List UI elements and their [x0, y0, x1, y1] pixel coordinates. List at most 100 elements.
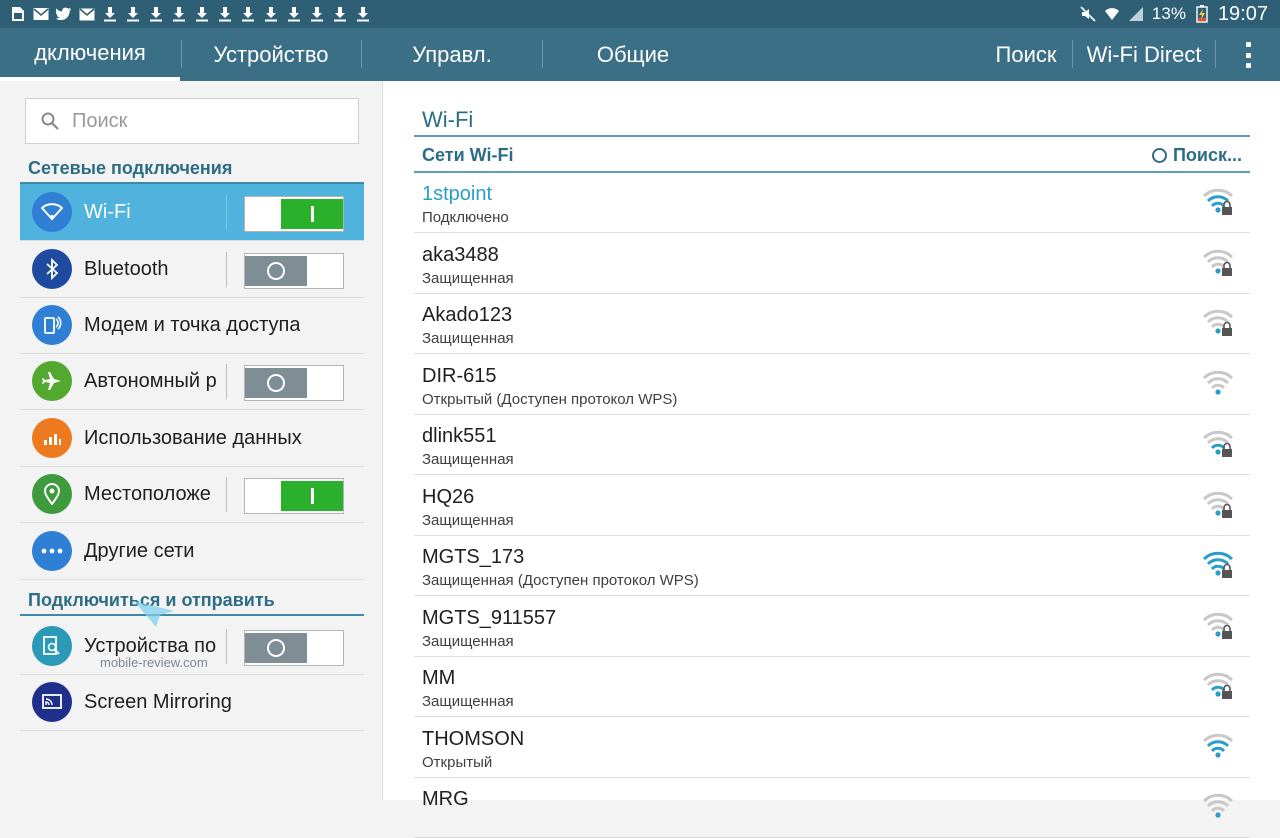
- scan-label: Поиск...: [1172, 145, 1242, 165]
- wifi-locked-signal-icon: [1202, 187, 1234, 217]
- toggle-divider: [226, 477, 227, 512]
- status-bar: 13% 19:07: [0, 0, 1280, 28]
- tab-general[interactable]: Общие: [543, 28, 723, 81]
- wifi-panel: Wi-Fi Сети Wi-Fi Поиск... 1stpoint Подклю…: [383, 81, 1280, 838]
- battery-percent: 13%: [1151, 4, 1186, 23]
- title-divider: [414, 135, 1250, 137]
- network-name: dlink551: [422, 425, 497, 447]
- toggle-switch[interactable]: [244, 365, 344, 401]
- sidebar-item-more-networks[interactable]: Другие сети: [20, 523, 364, 580]
- toggle-off-knob: [245, 368, 307, 398]
- network-status: Защищенная: [422, 693, 514, 710]
- network-row[interactable]: 1stpoint Подключено: [414, 173, 1250, 233]
- wifi-locked-signal-icon: [1202, 490, 1234, 520]
- toggle-divider: [226, 195, 227, 230]
- download-icon: [194, 6, 210, 22]
- network-name: aka3488: [422, 243, 499, 266]
- download-icon: [102, 6, 118, 22]
- sidebar-item-label: Модем и точка доступа: [84, 313, 301, 336]
- gmail-icon: [79, 6, 95, 22]
- toggle-switch[interactable]: [244, 630, 344, 666]
- data-usage-icon: [32, 418, 72, 458]
- network-name: MGTS_173: [422, 546, 525, 568]
- page-title: Wi-Fi: [422, 107, 474, 132]
- download-icon: [217, 6, 233, 22]
- watermark: mobile-review.com: [100, 655, 208, 670]
- sidebar-item-location[interactable]: Местоположе: [20, 466, 364, 523]
- search-placeholder: Поиск: [72, 109, 128, 132]
- sidebar-item-screen-mirroring[interactable]: Screen Mirroring: [20, 674, 364, 731]
- watermark-logo-icon: [134, 601, 174, 627]
- wifi-locked-signal-icon: [1202, 429, 1234, 459]
- battery-charging-icon: [1194, 5, 1210, 23]
- network-row[interactable]: THOMSON Открытый: [414, 718, 1250, 778]
- download-icon: [309, 6, 325, 22]
- network-row[interactable]: dlink551 Защищенная: [414, 415, 1250, 475]
- sidebar-item-wifi[interactable]: Wi-Fi: [20, 184, 364, 241]
- search-action-button[interactable]: Поиск: [982, 28, 1070, 81]
- settings-sidebar: Поиск Сетевые подключения Wi-Fi Bluetooth…: [0, 81, 383, 800]
- overflow-menu-icon[interactable]: [1238, 40, 1258, 70]
- more-networks-icon: [32, 531, 72, 571]
- network-name: DIR-615: [422, 364, 497, 387]
- sidebar-item-hotspot[interactable]: Модем и точка доступа: [20, 297, 364, 354]
- tab-device[interactable]: Устройство: [182, 28, 360, 81]
- networks-subheading: Сети Wi-Fi: [422, 145, 514, 165]
- network-row[interactable]: MGTS_911557 Защищенная: [414, 597, 1250, 657]
- network-status: Открытый (Доступен протокол WPS): [422, 390, 678, 408]
- toggle-off-knob: [245, 633, 307, 663]
- network-status: Защищенная: [422, 632, 514, 650]
- settings-tab-bar: дключения Устройство Управл. Общие Поиск…: [0, 28, 1280, 81]
- tab-connections[interactable]: дключения: [0, 28, 180, 81]
- notification-icons: [0, 6, 371, 22]
- download-icon: [240, 6, 256, 22]
- wifi-locked-signal-icon: [1202, 550, 1234, 580]
- network-row[interactable]: MGTS_173 Защищенная (Доступен протокол WP…: [414, 536, 1250, 596]
- tab-divider: [1072, 40, 1073, 68]
- network-status: Защищенная: [422, 511, 514, 529]
- toggle-switch[interactable]: [244, 196, 344, 232]
- toggle-on-knob: [281, 199, 343, 229]
- search-icon: [40, 111, 60, 131]
- wifi-locked-signal-icon: [1202, 308, 1234, 338]
- sidebar-item-label: Автономный р: [84, 369, 217, 392]
- section-divider: [20, 614, 364, 616]
- sidebar-item-label: Местоположе: [84, 482, 211, 505]
- toggle-switch[interactable]: [244, 478, 344, 514]
- sidebar-item-label: Wi-Fi: [84, 200, 131, 223]
- network-row[interactable]: DIR-615 Открытый (Доступен протокол WPS): [414, 355, 1250, 415]
- tab-divider: [1215, 40, 1216, 68]
- network-row[interactable]: Akado123 Защищенная: [414, 294, 1250, 354]
- clock: 19:07: [1217, 2, 1268, 25]
- wifi-signal-icon: [1202, 369, 1234, 399]
- mute-icon: [1080, 6, 1096, 22]
- network-row[interactable]: MM Защищенная: [414, 657, 1250, 717]
- sidebar-item-label: Bluetooth: [84, 257, 169, 280]
- sidebar-item-airplane[interactable]: Автономный р: [20, 353, 364, 410]
- tab-controls[interactable]: Управл.: [362, 28, 542, 81]
- download-icon: [125, 6, 141, 22]
- toggle-switch[interactable]: [244, 253, 344, 289]
- wifi-direct-button[interactable]: Wi-Fi Direct: [1076, 28, 1212, 81]
- toggle-divider: [226, 252, 227, 287]
- signal-icon: [1128, 6, 1144, 22]
- network-row[interactable]: MRG: [414, 778, 1250, 838]
- wifi-locked-signal-icon: [1202, 671, 1234, 701]
- status-indicators: 13% 19:07: [1080, 3, 1280, 26]
- network-name: THOMSON: [422, 727, 525, 750]
- network-row[interactable]: aka3488 Защищенная: [414, 234, 1250, 294]
- scan-button[interactable]: Поиск...: [1151, 145, 1242, 166]
- wifi-locked-signal-icon: [1202, 611, 1234, 641]
- bluetooth-icon: [32, 249, 72, 289]
- sidebar-item-bluetooth[interactable]: Bluetooth: [20, 241, 364, 298]
- sim-card-icon: [10, 6, 26, 22]
- search-input[interactable]: Поиск: [25, 98, 359, 144]
- network-row[interactable]: HQ26 Защищенная: [414, 476, 1250, 536]
- sidebar-item-label: Screen Mirroring: [84, 690, 232, 713]
- download-icon: [171, 6, 187, 22]
- sidebar-item-data-usage[interactable]: Использование данных: [20, 410, 364, 467]
- wifi-signal-icon: [1202, 792, 1234, 822]
- airplane-icon: [32, 361, 72, 401]
- network-name: MM: [422, 667, 456, 689]
- network-status: Защищенная (Доступен протокол WPS): [422, 572, 699, 589]
